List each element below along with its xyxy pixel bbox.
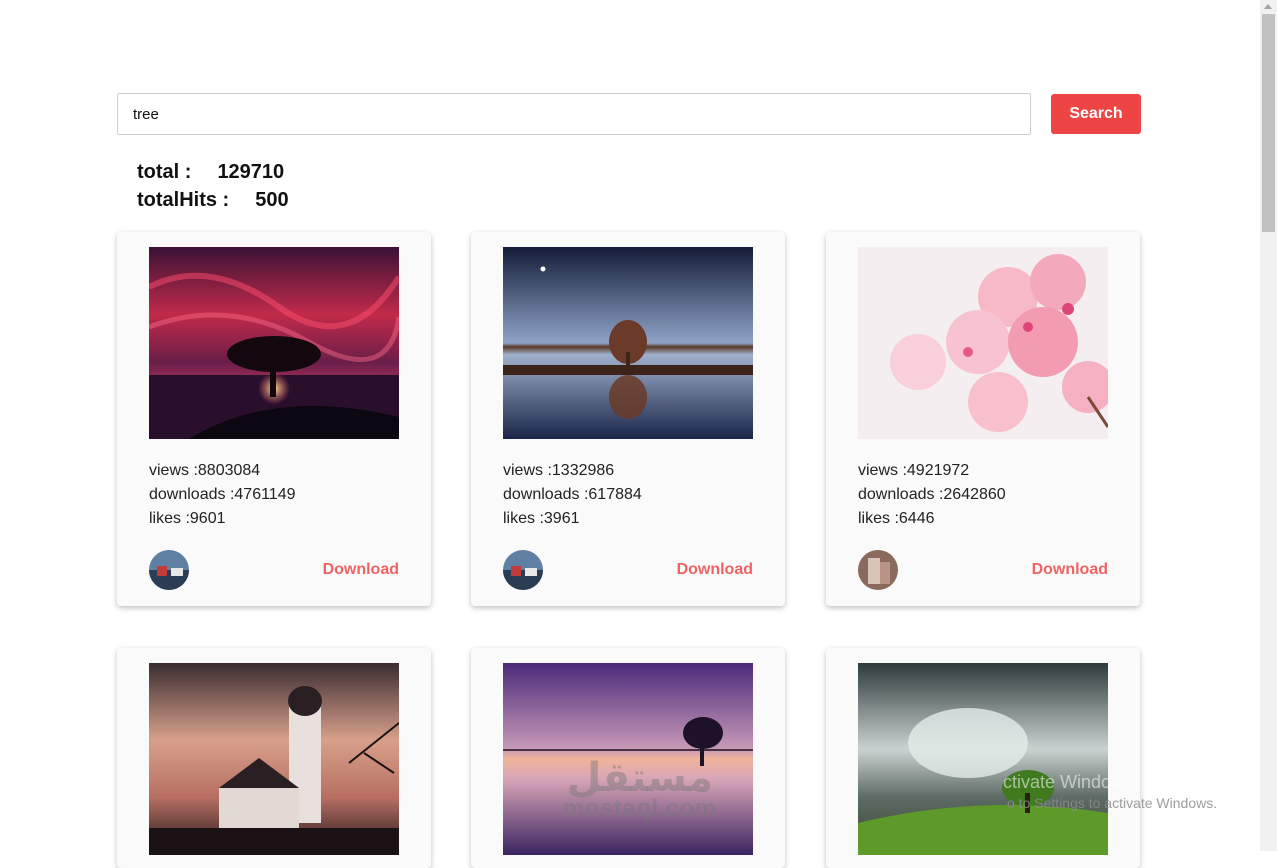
image-card	[117, 648, 431, 868]
scrollbar-thumb[interactable]	[1262, 14, 1275, 232]
card-photo[interactable]	[503, 247, 753, 439]
downloads-count: downloads :4761149	[149, 486, 296, 503]
church-tower-sunset-photo	[149, 663, 399, 855]
avatar[interactable]	[858, 550, 898, 590]
search-button[interactable]: Search	[1051, 94, 1141, 134]
card-stats: views :4921972 downloads :2642860 likes …	[858, 459, 1006, 531]
card-stats: views :1332986 downloads :617884 likes :…	[503, 459, 642, 531]
lake-tree-reflection-photo	[503, 247, 753, 439]
views-count: views :1332986	[503, 462, 615, 479]
downloads-count: downloads :617884	[503, 486, 642, 503]
download-link[interactable]: Download	[323, 561, 399, 579]
image-card: views :4921972 downloads :2642860 likes …	[826, 232, 1140, 606]
user-avatar-icon	[858, 550, 898, 590]
image-card	[826, 648, 1140, 868]
search-bar: Search	[117, 93, 1141, 135]
card-photo[interactable]	[149, 247, 399, 439]
card-photo[interactable]	[149, 663, 399, 855]
image-card: views :1332986 downloads :617884 likes :…	[471, 232, 785, 606]
sunset-tree-photo	[149, 247, 399, 439]
total-hits-label: totalHits :	[137, 189, 230, 211]
user-avatar-icon	[503, 550, 543, 590]
downloads-count: downloads :2642860	[858, 486, 1006, 503]
total-value: 129710	[217, 161, 285, 183]
card-photo[interactable]	[858, 247, 1108, 439]
views-count: views :8803084	[149, 462, 261, 479]
total-label: total :	[137, 161, 192, 183]
cherry-blossom-photo	[858, 247, 1108, 439]
views-count: views :4921972	[858, 462, 970, 479]
windows-activation-overlay: ctivate Windows o to Settings to activat…	[1003, 772, 1217, 811]
image-card: views :8803084 downloads :4761149 likes …	[117, 232, 431, 606]
total-row: total : 129710	[137, 158, 289, 186]
scroll-up-arrow-icon[interactable]	[1264, 4, 1272, 9]
avatar[interactable]	[149, 550, 189, 590]
likes-count: likes :6446	[858, 510, 935, 527]
page-scrollbar[interactable]	[1260, 0, 1277, 851]
search-input[interactable]	[117, 93, 1031, 135]
avatar[interactable]	[503, 550, 543, 590]
total-hits-row: totalHits : 500	[137, 186, 289, 214]
likes-count: likes :3961	[503, 510, 580, 527]
watermark: مستقل mostaql.com	[563, 755, 717, 823]
green-tree-clouds-photo	[858, 663, 1108, 855]
card-photo[interactable]	[858, 663, 1108, 855]
activation-line2: o to Settings to activate Windows.	[1007, 795, 1218, 811]
user-avatar-icon	[149, 550, 189, 590]
results-stats: total : 129710 totalHits : 500	[137, 158, 289, 214]
total-hits-value: 500	[255, 189, 289, 211]
watermark-text: mostaql.com	[563, 795, 717, 822]
card-stats: views :8803084 downloads :4761149 likes …	[149, 459, 296, 531]
likes-count: likes :9601	[149, 510, 226, 527]
download-link[interactable]: Download	[1032, 561, 1108, 579]
download-link[interactable]: Download	[677, 561, 753, 579]
activation-line1: ctivate Windows	[1003, 772, 1134, 792]
